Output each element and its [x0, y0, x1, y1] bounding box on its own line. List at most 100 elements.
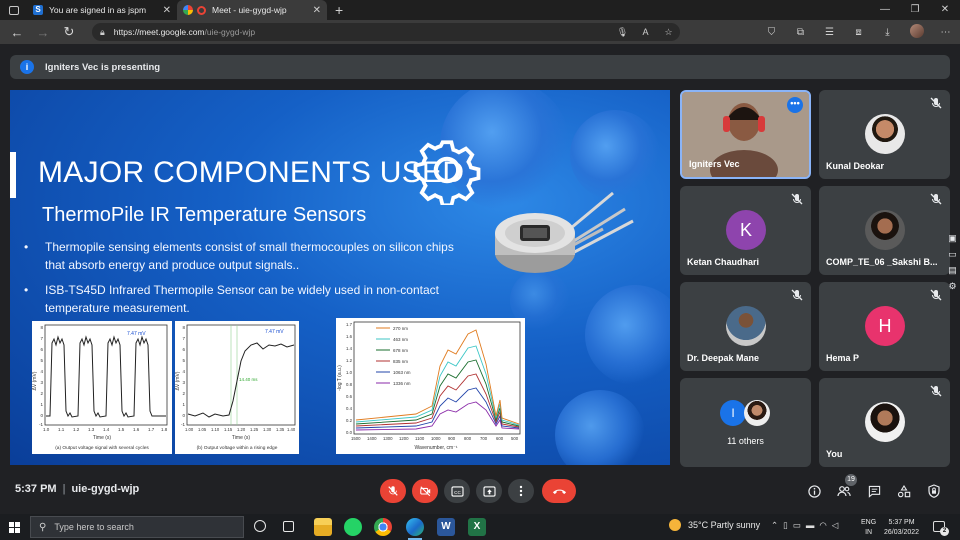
bullet-text: Thermopile sensing elements consist of s…	[45, 240, 454, 272]
muted-mic-icon	[930, 289, 942, 301]
microphone-icon[interactable]: 🎙︎	[611, 27, 634, 38]
word-icon[interactable]: W	[437, 518, 455, 536]
separator: |	[62, 483, 66, 495]
participant-tile-kunal-deokar[interactable]: Kunal Deokar	[819, 90, 950, 179]
browser-tab-meet[interactable]: Meet - uie-gygd-wjp ✕	[177, 0, 327, 20]
participant-tile-hema-p[interactable]: H Hema P	[819, 282, 950, 371]
participant-tile-deepak-mane[interactable]: Dr. Deepak Mane	[680, 282, 811, 371]
leave-call-button[interactable]	[542, 479, 576, 503]
url-actions: 🎙︎ A ☆	[611, 23, 680, 41]
plot3-xlabel: Wavenumber, cm⁻¹	[414, 445, 457, 451]
taskbar-clock[interactable]: 5:37 PM 26/03/2022	[884, 518, 919, 538]
x-tick: 500	[511, 436, 519, 441]
y-tick: 0.2	[346, 418, 353, 423]
camera-toggle-button[interactable]	[412, 479, 438, 503]
y-tick: -1	[181, 422, 185, 427]
more-options-button[interactable]	[508, 479, 534, 503]
x-tick: 1.6	[133, 427, 140, 432]
new-tab-button[interactable]: +	[335, 2, 343, 18]
x-tick: 1.25	[250, 427, 259, 432]
info-icon: i	[20, 60, 34, 74]
captions-button[interactable]: CC	[444, 479, 470, 503]
close-window-icon[interactable]: ✕	[930, 0, 960, 20]
muted-mic-icon	[791, 289, 803, 301]
window-menu-icon[interactable]	[9, 5, 19, 15]
participant-tile-igniters-vec[interactable]: ••• Igniters Vec	[680, 90, 811, 179]
downloads-icon[interactable]: ⤓	[873, 27, 902, 38]
chrome-icon[interactable]	[374, 518, 392, 536]
microphone-toggle-button[interactable]	[380, 479, 406, 503]
whatsapp-icon[interactable]	[344, 518, 362, 536]
host-controls-button[interactable]	[925, 482, 943, 500]
participant-tile-others[interactable]: I 11 others	[680, 378, 811, 467]
close-tab-icon[interactable]: ✕	[163, 5, 171, 16]
tracking-shield-icon[interactable]: ⛉	[757, 27, 786, 38]
browser-tab-signed-in[interactable]: S You are signed in as jspm ✕	[27, 0, 177, 20]
task-view-icon[interactable]	[283, 521, 294, 532]
plot2-xlabel: Time (s)	[232, 435, 250, 441]
excel-icon[interactable]: X	[468, 518, 486, 536]
profile-avatar[interactable]	[902, 23, 931, 41]
clock-date: 26/03/2022	[884, 529, 920, 536]
weather-widget[interactable]: 35°C Partly sunny	[669, 519, 760, 531]
forward-icon[interactable]: →	[30, 25, 56, 40]
meet-now-icon[interactable]: ▭	[793, 520, 801, 531]
participant-tile-sakshi[interactable]: COMP_TE_06 _Sakshi B...	[819, 186, 950, 275]
x-tick: 800	[464, 436, 472, 441]
battery-icon[interactable]: ▬	[806, 520, 815, 531]
activities-button[interactable]	[895, 482, 913, 500]
camera-icon[interactable]: ▣	[948, 232, 957, 244]
taskbar-search-box[interactable]: ⚲ Type here to search	[30, 516, 244, 538]
muted-mic-icon	[791, 193, 803, 205]
participant-name: Igniters Vec	[689, 159, 740, 169]
file-explorer-icon[interactable]	[314, 518, 332, 536]
tray-app-icon[interactable]: ▯	[783, 520, 788, 531]
participant-tile-you[interactable]: You	[819, 378, 950, 467]
collections-icon[interactable]: ⧈	[844, 27, 873, 38]
x-tick: 1400	[367, 436, 377, 441]
meeting-time: 5:37 PM	[15, 483, 57, 495]
tray-expand-icon[interactable]: ⌃	[771, 520, 778, 531]
settings-icon[interactable]: ⚙	[948, 280, 956, 292]
participant-avatar	[865, 210, 905, 250]
closed-captions-icon: CC	[450, 485, 464, 497]
refresh-icon[interactable]: ↻	[56, 24, 82, 40]
network-icon[interactable]: ◠	[819, 520, 826, 531]
favorites-icon[interactable]: ☰	[815, 27, 844, 38]
edge-icon[interactable]	[406, 518, 424, 536]
favorite-star-icon[interactable]: ☆	[657, 27, 680, 38]
participant-name: Hema P	[826, 353, 860, 363]
close-tab-icon[interactable]: ✕	[313, 5, 321, 16]
url-field[interactable]: 🔒︎ https://meet.google.com/uie-gygd-wjp …	[92, 23, 680, 41]
image-icon[interactable]: ▤	[948, 264, 957, 276]
windows-taskbar: ⚲ Type here to search W X 35°C Partly su…	[0, 514, 960, 540]
y-tick: 1.7	[346, 322, 353, 327]
notifications-icon[interactable]: 2	[933, 521, 949, 536]
input-language[interactable]: ENG IN	[861, 518, 876, 538]
restore-icon[interactable]: ❐	[900, 0, 930, 20]
plot1-caption: (a) Output voltage signal with several c…	[55, 445, 149, 451]
windows-start-icon[interactable]	[9, 522, 20, 533]
participant-tile-ketan-chaudhari[interactable]: K Ketan Chaudhari	[680, 186, 811, 275]
more-options-icon[interactable]: ⋯	[931, 27, 960, 38]
tab-title: Meet - uie-gygd-wjp	[212, 5, 287, 15]
plot2-xticks: 1.00 1.05 1.10 1.15 1.20 1.25 1.30 1.35 …	[185, 427, 296, 432]
cortana-icon[interactable]	[254, 520, 266, 532]
volume-icon[interactable]: ◁	[832, 520, 839, 531]
extensions-icon[interactable]: ⧉	[786, 27, 815, 38]
meeting-details-button[interactable]	[805, 482, 823, 500]
present-now-button[interactable]	[476, 479, 502, 503]
minimize-icon[interactable]: —	[870, 0, 900, 20]
participant-count-badge: 19	[845, 474, 857, 486]
more-options-icon[interactable]: •••	[787, 97, 803, 113]
back-icon[interactable]: ←	[4, 25, 30, 40]
y-tick: 0	[182, 413, 185, 418]
chat-icon[interactable]: ▭	[948, 248, 957, 260]
y-tick: 0.4	[346, 406, 353, 411]
x-tick: 1.20	[237, 427, 246, 432]
others-count: 11 others	[727, 436, 764, 446]
virus-decoration	[555, 390, 645, 465]
slide-bullet: • Thermopile sensing elements consist of…	[24, 238, 464, 274]
chat-button[interactable]	[865, 482, 883, 500]
read-aloud-icon[interactable]: A	[634, 27, 657, 37]
